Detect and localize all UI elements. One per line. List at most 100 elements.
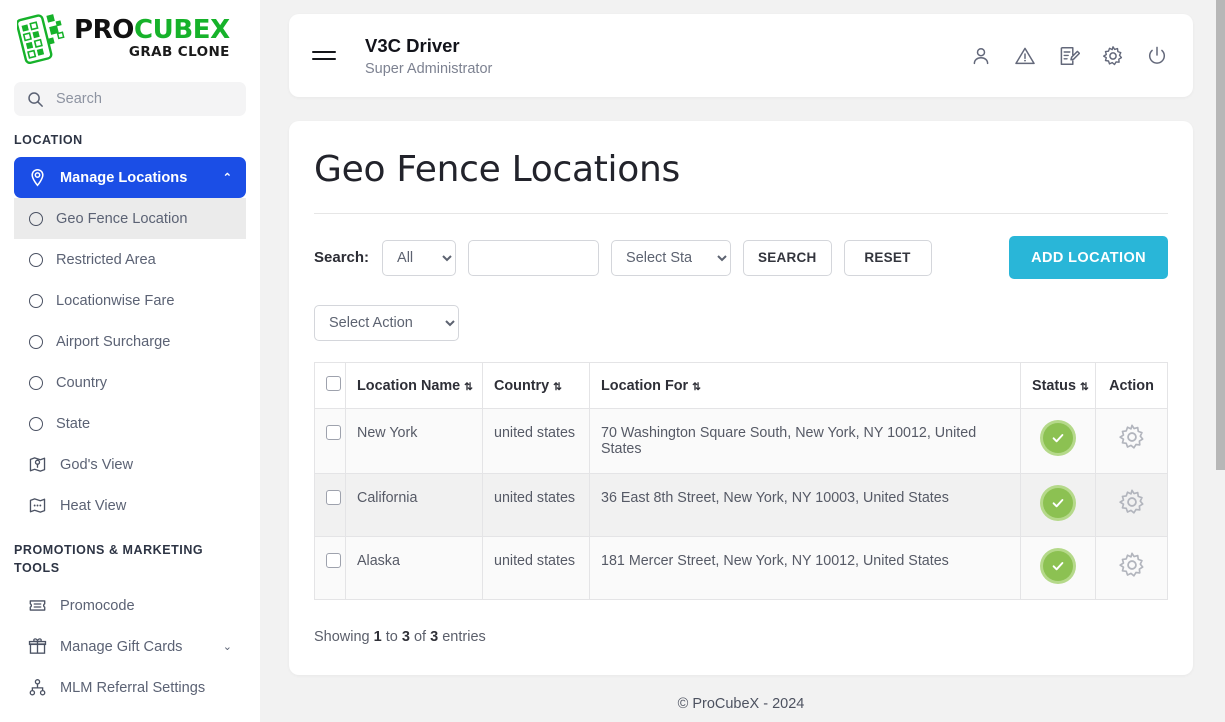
- search-input[interactable]: [54, 90, 214, 108]
- procubex-logo-icon: [17, 12, 67, 64]
- showing-entries-word: entries: [438, 629, 486, 645]
- status-filter-select[interactable]: Select Status: [611, 240, 731, 276]
- sidebar-item-restricted-area[interactable]: Restricted Area: [14, 239, 246, 280]
- ticket-icon: [28, 596, 47, 615]
- power-icon[interactable]: [1146, 45, 1168, 67]
- sidebar-search[interactable]: [14, 82, 246, 116]
- sidebar-item-airport-surcharge[interactable]: Airport Surcharge: [14, 321, 246, 362]
- row-checkbox[interactable]: [326, 425, 341, 440]
- cell-location-name: California: [346, 474, 483, 537]
- reset-button[interactable]: RESET: [844, 240, 932, 276]
- sidebar-item-label: Airport Surcharge: [56, 334, 170, 350]
- chevron-up-icon: ⌃: [223, 171, 232, 184]
- table-row[interactable]: Alaska united states 181 Mercer Street, …: [315, 537, 1168, 600]
- sidebar-item-manage-locations[interactable]: Manage Locations ⌃: [14, 157, 246, 198]
- topbar-titles: V3C Driver Super Administrator: [365, 34, 492, 76]
- gear-icon[interactable]: [1118, 551, 1146, 579]
- geo-fence-locations-table: Location Name⇅ Country⇅ Location For⇅ St…: [314, 362, 1168, 600]
- cell-status: [1021, 474, 1096, 537]
- showing-to: 3: [402, 629, 410, 645]
- table-row[interactable]: California united states 36 East 8th Str…: [315, 474, 1168, 537]
- title-divider: [314, 213, 1168, 214]
- gear-icon[interactable]: [1118, 423, 1146, 451]
- user-icon[interactable]: [970, 45, 992, 67]
- column-status[interactable]: Status ⇅: [1021, 363, 1096, 409]
- heat-map-icon: [28, 496, 47, 515]
- edit-document-icon[interactable]: [1058, 45, 1080, 67]
- topbar-actions: [970, 45, 1168, 67]
- check-icon: [1050, 430, 1066, 446]
- sidebar-item-label: Restricted Area: [56, 252, 156, 268]
- column-label: Status: [1032, 378, 1076, 394]
- footer-copyright: © ProCubeX - 2024: [289, 696, 1193, 712]
- brand-logo[interactable]: PROCUBEX GRAB CLONE: [0, 0, 260, 76]
- search-keyword-input[interactable]: [468, 240, 599, 276]
- chevron-down-icon: ⌄: [223, 640, 232, 653]
- bulk-action-select[interactable]: Select Action: [314, 305, 459, 341]
- page-scrollbar[interactable]: [1216, 0, 1225, 722]
- pagination-summary: Showing 1 to 3 of 3 entries: [314, 629, 1168, 645]
- sidebar-item-gods-view[interactable]: God's View: [14, 444, 246, 485]
- search-button[interactable]: SEARCH: [743, 240, 832, 276]
- sidebar-item-heat-view[interactable]: Heat View: [14, 485, 246, 526]
- warning-icon[interactable]: [1014, 45, 1036, 67]
- check-icon: [1050, 495, 1066, 511]
- sidebar-item-label: God's View: [60, 457, 133, 473]
- sidebar-item-mlm-referral-settings[interactable]: MLM Referral Settings: [14, 667, 246, 708]
- sidebar-item-country[interactable]: Country: [14, 362, 246, 403]
- search-label: Search:: [314, 249, 369, 266]
- status-badge: [1043, 551, 1073, 581]
- row-select-cell: [315, 409, 346, 474]
- sidebar-section-promotions-title: PROMOTIONS & MARKETING TOOLS: [0, 526, 260, 585]
- filter-toolbar: Search: All Select Status SEARCH RESET A…: [314, 236, 1168, 279]
- gear-icon[interactable]: [1102, 45, 1124, 67]
- table-row[interactable]: New York united states 70 Washington Squ…: [315, 409, 1168, 474]
- menu-toggle-button[interactable]: [312, 51, 336, 61]
- status-badge: [1043, 488, 1073, 518]
- cell-action[interactable]: [1096, 537, 1168, 600]
- referral-icon: [28, 678, 47, 697]
- cell-country: united states: [483, 409, 590, 474]
- table-body: New York united states 70 Washington Squ…: [315, 409, 1168, 600]
- sidebar-item-label: Heat View: [60, 498, 126, 514]
- showing-of-word: of: [410, 629, 430, 645]
- sidebar: PROCUBEX GRAB CLONE LOCATION Manage Loca…: [0, 0, 260, 722]
- cell-action[interactable]: [1096, 409, 1168, 474]
- sort-icon: ⇅: [553, 381, 561, 393]
- sort-icon: ⇅: [464, 381, 472, 393]
- radio-icon: [29, 212, 43, 226]
- select-all-checkbox[interactable]: [326, 376, 341, 391]
- sidebar-item-manage-gift-cards[interactable]: Manage Gift Cards ⌄: [14, 626, 246, 667]
- gear-icon[interactable]: [1118, 488, 1146, 516]
- topbar-title: V3C Driver: [365, 34, 492, 57]
- sidebar-item-label: Locationwise Fare: [56, 293, 174, 309]
- map-location-icon: [28, 455, 47, 474]
- column-label: Action: [1109, 378, 1154, 394]
- cell-status: [1021, 409, 1096, 474]
- add-location-button[interactable]: ADD LOCATION: [1009, 236, 1168, 279]
- sidebar-item-label: Manage Locations: [60, 170, 187, 186]
- sidebar-item-promocode[interactable]: Promocode: [14, 585, 246, 626]
- radio-icon: [29, 253, 43, 267]
- check-icon: [1050, 558, 1066, 574]
- sidebar-item-geo-fence-location[interactable]: Geo Fence Location: [14, 198, 246, 239]
- row-checkbox[interactable]: [326, 553, 341, 568]
- page-title: Geo Fence Locations: [314, 149, 1168, 190]
- sidebar-item-label: Manage Gift Cards: [60, 639, 182, 655]
- column-action: Action: [1096, 363, 1168, 409]
- status-badge: [1043, 423, 1073, 453]
- sidebar-item-state[interactable]: State: [14, 403, 246, 444]
- cell-location-name: New York: [346, 409, 483, 474]
- column-location-for[interactable]: Location For⇅: [590, 363, 1021, 409]
- scrollbar-thumb[interactable]: [1216, 0, 1225, 470]
- column-location-name[interactable]: Location Name⇅: [346, 363, 483, 409]
- sidebar-item-locationwise-fare[interactable]: Locationwise Fare: [14, 280, 246, 321]
- column-country[interactable]: Country⇅: [483, 363, 590, 409]
- cell-action[interactable]: [1096, 474, 1168, 537]
- search-field-select[interactable]: All: [382, 240, 456, 276]
- table-head: Location Name⇅ Country⇅ Location For⇅ St…: [315, 363, 1168, 409]
- row-checkbox[interactable]: [326, 490, 341, 505]
- logo-tagline: GRAB CLONE: [74, 46, 230, 60]
- sort-icon: ⇅: [1080, 381, 1088, 393]
- sidebar-item-label: Geo Fence Location: [56, 211, 187, 227]
